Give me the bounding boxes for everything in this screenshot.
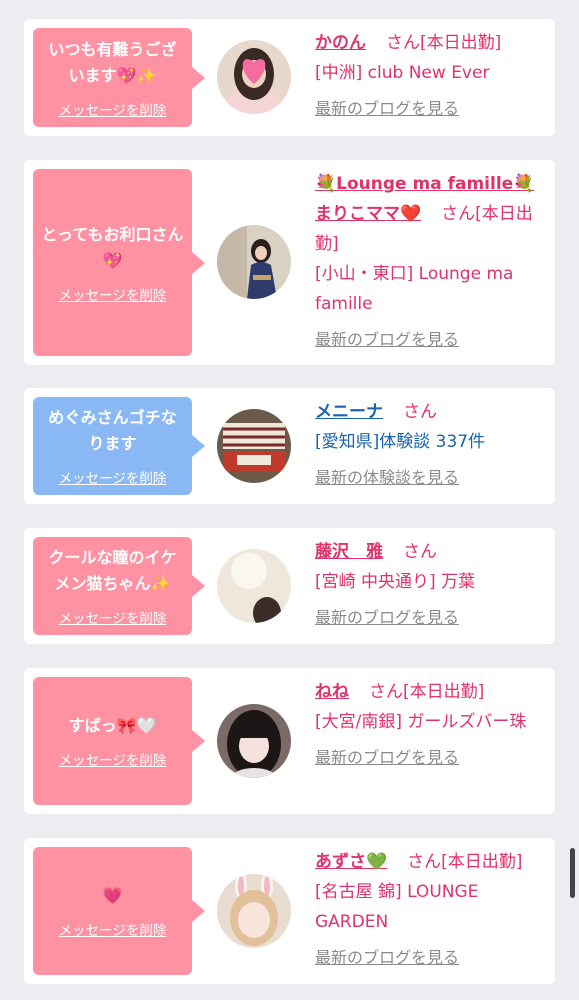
member-info: ねね さん[本日出勤] [大宮/南銀] ガールズバー珠 最新のブログを見る [315,677,541,773]
avatar[interactable] [217,704,291,778]
shop-label: [小山・東口] Lounge ma famille [315,264,514,314]
message-text: とってもお利口さん💖 [41,224,184,270]
message-bubble: すばっ🎀🤍 メッセージを削除 [33,677,205,805]
latest-experience-link[interactable]: 最新の体験談を見る [315,463,541,493]
message-bubble: とってもお利口さん💖 メッセージを削除 [33,169,205,356]
shop-label: [名古屋 錦] LOUNGE GARDEN [315,882,479,932]
member-info: 💐Lounge ma famille💐まりこママ❤️ さん[本日出勤] [小山・東… [315,169,541,355]
message-text: クールな瞳のイケメン猫ちゃん✨ [48,548,177,593]
avatar-image [217,225,291,299]
message-text: すばっ🎀🤍 [68,716,157,735]
list-item: 💗 メッセージを削除 あずさ💚 さん[本日出勤] [名古屋 錦] LOUNGE G… [24,838,555,984]
shop-label: [中洲] club New Ever [315,63,490,83]
avatar[interactable] [217,225,291,299]
list-item: めぐみさんゴチなります メッセージを削除 メニーナ さん [愛知県]体験談 337… [24,388,555,504]
latest-blog-link[interactable]: 最新のブログを見る [315,603,541,633]
member-suffix: さん [403,402,437,422]
list-item: すばっ🎀🤍 メッセージを削除 ねね さん[本日出勤] [大宮/南銀] ガールズバー… [24,668,555,814]
delete-message-button[interactable]: メッセージを削除 [59,467,167,487]
avatar-image [217,874,291,948]
member-suffix: さん[本日出勤] [386,33,502,53]
latest-blog-link[interactable]: 最新のブログを見る [315,943,541,973]
list-item: クールな瞳のイケメン猫ちゃん✨ メッセージを削除 藤沢 雅さん [宮崎 中央通り… [24,528,555,644]
member-info: あずさ💚 さん[本日出勤] [名古屋 錦] LOUNGE GARDEN 最新のブロ… [315,847,541,973]
scrollbar[interactable] [570,848,575,898]
avatar-image [217,549,291,623]
message-bubble: めぐみさんゴチなります メッセージを削除 [33,397,205,495]
latest-blog-link[interactable]: 最新のブログを見る [315,743,541,773]
shop-label: [宮崎 中央通り] 万葉 [315,572,476,592]
member-name[interactable]: メニーナ [315,402,383,422]
member-suffix: さん[本日出勤] [407,852,523,872]
member-suffix: さん [403,542,437,562]
member-name[interactable]: あずさ💚 [315,852,387,872]
shop-label: [大宮/南銀] ガールズバー珠 [315,712,527,732]
message-text: いつも有難うございます💖✨ [48,39,177,85]
shop-label: [愛知県]体験談 337件 [315,432,486,452]
member-info: 藤沢 雅さん [宮崎 中央通り] 万葉 最新のブログを見る [315,537,541,633]
avatar[interactable] [217,549,291,623]
message-bubble: いつも有難うございます💖✨ メッセージを削除 [33,28,205,127]
delete-message-button[interactable]: メッセージを削除 [59,284,167,304]
member-name[interactable]: かのん [315,33,366,53]
avatar-image [217,704,291,778]
delete-message-button[interactable]: メッセージを削除 [59,99,167,119]
member-info: メニーナ さん [愛知県]体験談 337件 最新の体験談を見る [315,397,541,493]
message-text: 💗 [102,886,123,905]
delete-message-button[interactable]: メッセージを削除 [59,919,167,939]
message-bubble: 💗 メッセージを削除 [33,847,205,975]
avatar-image [217,409,291,483]
avatar[interactable] [217,409,291,483]
list-item: いつも有難うございます💖✨ メッセージを削除 かのん さん[本日出勤] [中洲] … [24,19,555,136]
list-item: とってもお利口さん💖 メッセージを削除 💐Lounge ma famille💐ま… [24,160,555,365]
latest-blog-link[interactable]: 最新のブログを見る [315,94,541,124]
member-name[interactable]: ねね [315,682,349,702]
avatar[interactable] [217,40,291,114]
message-text: めぐみさんゴチなります [48,408,177,453]
latest-blog-link[interactable]: 最新のブログを見る [315,325,541,355]
avatar-image [217,40,291,114]
delete-message-button[interactable]: メッセージを削除 [59,749,167,769]
message-bubble: クールな瞳のイケメン猫ちゃん✨ メッセージを削除 [33,537,205,635]
delete-message-button[interactable]: メッセージを削除 [59,607,167,627]
avatar[interactable] [217,874,291,948]
member-suffix: さん[本日出勤] [369,682,485,702]
member-info: かのん さん[本日出勤] [中洲] club New Ever 最新のブログを見る [315,28,541,124]
member-name[interactable]: 藤沢 雅 [315,542,383,562]
